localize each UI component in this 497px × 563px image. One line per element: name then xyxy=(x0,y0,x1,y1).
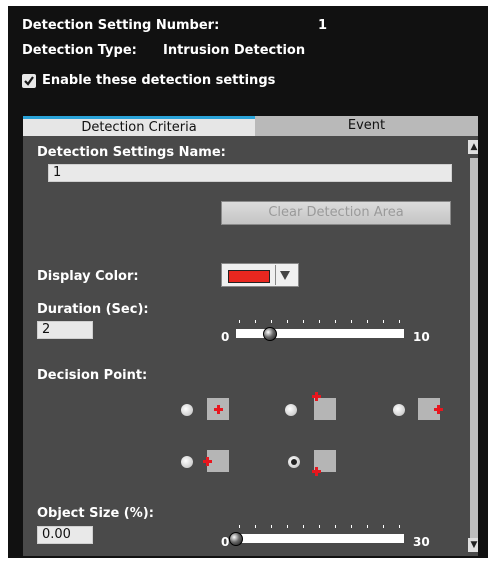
object-size-label: Object Size (%): xyxy=(37,506,154,521)
duration-slider-handle[interactable] xyxy=(262,327,277,341)
plus-icon xyxy=(203,457,212,466)
duration-slider-track[interactable] xyxy=(236,329,404,338)
decision-point-box-2 xyxy=(312,392,336,420)
settings-name-input[interactable]: 1 xyxy=(48,164,452,182)
detection-number-value: 1 xyxy=(318,18,328,33)
decision-point-radio-3[interactable] xyxy=(393,404,405,416)
scroll-down-icon[interactable]: ▼ xyxy=(468,538,478,552)
object-size-min-label: 0 xyxy=(221,535,230,549)
display-color-picker[interactable] xyxy=(221,263,299,287)
scroll-up-icon[interactable]: ▲ xyxy=(468,140,478,154)
decision-point-radio-1[interactable] xyxy=(181,404,193,416)
decision-point-radio-2[interactable] xyxy=(285,404,297,416)
decision-point-box-4 xyxy=(203,450,229,472)
plus-icon xyxy=(312,467,321,476)
plus-icon xyxy=(312,392,321,401)
color-swatch xyxy=(228,270,270,283)
duration-ticks xyxy=(239,320,404,324)
duration-min-label: 0 xyxy=(221,330,230,344)
duration-input[interactable]: 2 xyxy=(37,321,93,339)
object-size-slider-handle[interactable] xyxy=(229,532,243,546)
chevron-down-icon xyxy=(280,271,290,280)
detection-number-label: Detection Setting Number: xyxy=(22,18,220,33)
decision-point-box-1 xyxy=(207,398,229,420)
divider xyxy=(275,265,276,285)
enable-checkbox[interactable] xyxy=(22,74,36,88)
decision-point-radio-5[interactable] xyxy=(288,456,300,468)
enable-label[interactable]: Enable these detection settings xyxy=(42,73,275,89)
duration-label: Duration (Sec): xyxy=(37,302,149,317)
tab-event[interactable]: Event xyxy=(255,116,478,136)
settings-name-label: Detection Settings Name: xyxy=(37,145,226,160)
dialog-frame: Detection Setting Number: 1 Detection Ty… xyxy=(8,6,488,558)
plus-icon xyxy=(214,405,223,414)
detection-criteria-panel: Detection Settings Name: 1 Clear Detecti… xyxy=(23,136,478,556)
decision-point-box-3 xyxy=(418,398,443,420)
decision-point-box-5 xyxy=(312,450,336,476)
object-size-slider-track[interactable] xyxy=(236,534,404,543)
checkmark-icon xyxy=(24,76,34,86)
clear-detection-area-button[interactable]: Clear Detection Area xyxy=(221,201,451,225)
tab-detection-criteria[interactable]: Detection Criteria xyxy=(23,116,255,136)
detection-type-label: Detection Type: xyxy=(22,43,137,58)
scrollbar[interactable]: ▲ ▼ xyxy=(468,140,478,552)
scrollbar-thumb[interactable] xyxy=(470,158,478,538)
detection-type-value: Intrusion Detection xyxy=(163,43,306,58)
plus-icon xyxy=(434,405,443,414)
duration-max-label: 10 xyxy=(413,330,430,344)
decision-point-radio-4[interactable] xyxy=(181,456,193,468)
object-size-max-label: 30 xyxy=(413,535,430,549)
decision-point-label: Decision Point: xyxy=(37,368,148,383)
object-size-ticks xyxy=(239,525,404,529)
display-color-label: Display Color: xyxy=(37,269,139,284)
object-size-input[interactable]: 0.00 xyxy=(37,526,93,544)
